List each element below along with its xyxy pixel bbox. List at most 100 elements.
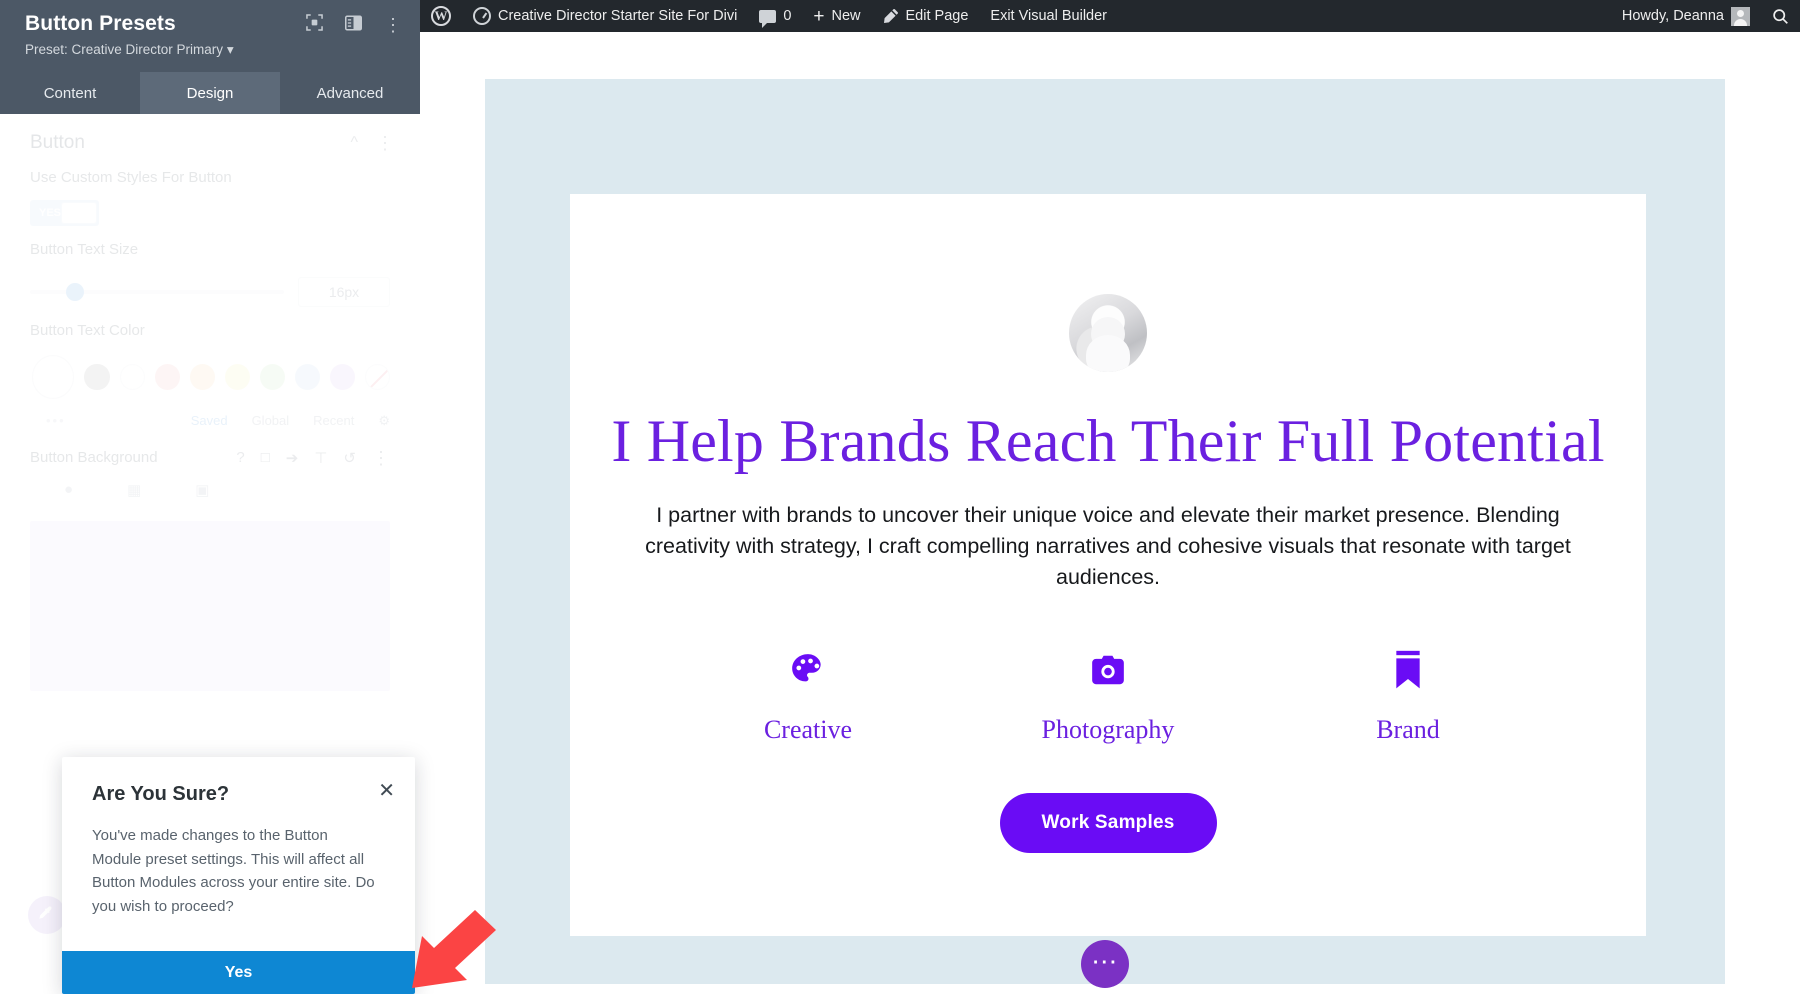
tab-content[interactable]: Content [0,72,140,114]
gradient-tab-icon[interactable]: ▦ [127,481,141,499]
button-text-color-label: Button Text Color [30,321,145,339]
feature-label-brand: Brand [1376,714,1440,744]
cta-wrapper: Work Samples [570,792,1646,853]
gear-icon[interactable]: ⚙ [378,413,390,429]
reset-icon[interactable]: ↺ [343,449,356,467]
profile-photo [1069,294,1147,372]
swatch-red[interactable] [154,363,180,390]
help-icon[interactable]: ? [236,449,244,466]
color-tab-global[interactable]: Global [252,413,290,428]
wp-admin-bar: W Creative Director Starter Site For Div… [420,0,1800,32]
swatch-white[interactable] [119,363,145,390]
admin-bar-right-group: Howdy, Deanna [1611,0,1800,32]
panel-preset-selector[interactable]: Preset: Creative Director Primary ▾ [25,42,402,58]
button-text-size-slider[interactable] [30,282,284,301]
comment-count: 0 [783,8,792,24]
button-text-size-slider-row: 16px [30,276,390,307]
hero-card: I Help Brands Reach Their Full Potential… [570,194,1646,936]
layout-panel-icon[interactable] [345,14,362,36]
plus-icon: + [813,5,825,27]
background-color-preview[interactable] [30,520,390,691]
field-button-text-size: Button Text Size 16px [0,226,420,307]
sticky-icon[interactable]: ⊤ [314,449,327,467]
image-tab-icon[interactable]: ▣ [195,481,209,499]
swatch-green[interactable] [259,363,285,390]
confirm-dialog-title: Are You Sure? [92,783,230,805]
panel-header: Button Presets Preset: Creative Director… [0,0,420,72]
builder-fab-button[interactable]: ⋯ [1081,940,1129,988]
kebab-menu-icon[interactable]: ⋮ [376,134,394,152]
swatch-purple[interactable] [329,363,355,390]
exit-visual-builder-label: Exit Visual Builder [990,8,1108,24]
color-tab-saved[interactable]: Saved [191,413,228,428]
feature-label-creative: Creative [763,714,853,744]
swatch-gray[interactable] [84,363,110,390]
close-icon[interactable]: ✕ [378,781,395,801]
color-tab-recent[interactable]: Recent [313,413,354,428]
swatch-yellow[interactable] [224,363,250,390]
search-icon [1773,8,1788,24]
chevron-down-icon: ▾ [226,42,234,57]
use-custom-styles-toggle[interactable]: YES [30,200,99,227]
page-title: I Help Brands Reach Their Full Potential [611,408,1605,474]
tab-advanced[interactable]: Advanced [280,72,420,114]
feature-photography[interactable]: Photography [988,647,1228,745]
site-name-menu[interactable]: Creative Director Starter Site For Divi [462,0,748,32]
hero-section: I Help Brands Reach Their Full Potential… [485,79,1725,988]
slider-handle[interactable] [65,282,84,301]
edit-page-link[interactable]: Edit Page [872,0,980,32]
swatch-none[interactable] [364,363,391,390]
confirm-dialog-body: You've made changes to the Button Module… [92,827,375,916]
color-source-links: ••• Saved Global Recent ⚙ [30,413,390,429]
panel-preset-label: Preset: Creative Director Primary [25,42,224,57]
tab-design[interactable]: Design [140,72,280,114]
kebab-menu-icon[interactable]: ⋮ [384,16,402,34]
howdy-label: Howdy, Deanna [1621,8,1724,24]
section-title: Button [30,132,85,153]
use-custom-styles-label: Use Custom Styles For Button [30,169,232,186]
panel-header-icons: ⋮ [306,14,402,36]
toggle-value-label: YES [39,207,62,220]
page-subtitle: I partner with brands to uncover their u… [645,503,1571,589]
hover-icon[interactable]: ➔ [286,449,299,467]
feature-row: Creative Photography Brand [688,647,1528,745]
kebab-menu-icon[interactable]: ⋮ [372,449,390,467]
wordpress-logo-icon: W [431,6,451,26]
field-button-background: Button Background ? □ ➔ ⊤ ↺ ⋮ [0,429,420,467]
site-name-label: Creative Director Starter Site For Divi [498,8,738,24]
new-content-menu[interactable]: + New [802,0,871,32]
panel-tabs: Content Design Advanced [0,72,420,114]
admin-bar-search-button[interactable] [1761,0,1800,32]
swatch-orange[interactable] [189,363,215,390]
work-samples-button[interactable]: Work Samples [999,792,1217,853]
dashboard-icon [473,7,491,25]
focus-target-icon[interactable] [306,14,323,36]
feature-brand[interactable]: Brand [1288,647,1528,745]
current-color-preview[interactable] [32,354,75,399]
field-use-custom-styles: Use Custom Styles For Button YES [0,154,420,227]
responsive-icon[interactable]: □ [261,449,270,466]
chevron-up-icon[interactable]: ^ [350,134,358,152]
swatch-blue[interactable] [294,363,320,390]
button-background-label: Button Background [30,449,158,467]
confirm-yes-button[interactable]: Yes [62,951,415,994]
new-label: New [831,8,861,24]
avatar-image [1731,6,1750,26]
bookmark-icon [1288,647,1528,693]
avatar [1731,6,1750,26]
edit-page-label: Edit Page [905,8,969,24]
color-tab-icon[interactable]: ● [64,481,73,499]
my-account-menu[interactable]: Howdy, Deanna [1611,0,1761,32]
feature-creative[interactable]: Creative [688,647,928,745]
toggle-knob [61,202,97,225]
button-text-size-input[interactable]: 16px [298,276,390,307]
screen-root: W Creative Director Starter Site For Div… [0,0,1800,994]
eyedropper-icon[interactable] [28,896,66,934]
swatch-more-icon[interactable]: ••• [46,413,66,428]
confirm-dialog: Are You Sure? ✕ You've made changes to t… [62,757,415,994]
exit-visual-builder-link[interactable]: Exit Visual Builder [979,0,1118,32]
comments-menu[interactable]: 0 [748,0,802,32]
section-button[interactable]: Button ^ ⋮ [0,114,420,154]
wordpress-logo-menu[interactable]: W [420,0,462,32]
field-button-text-color: Button Text Color ••• Saved Global Recen… [0,307,420,429]
